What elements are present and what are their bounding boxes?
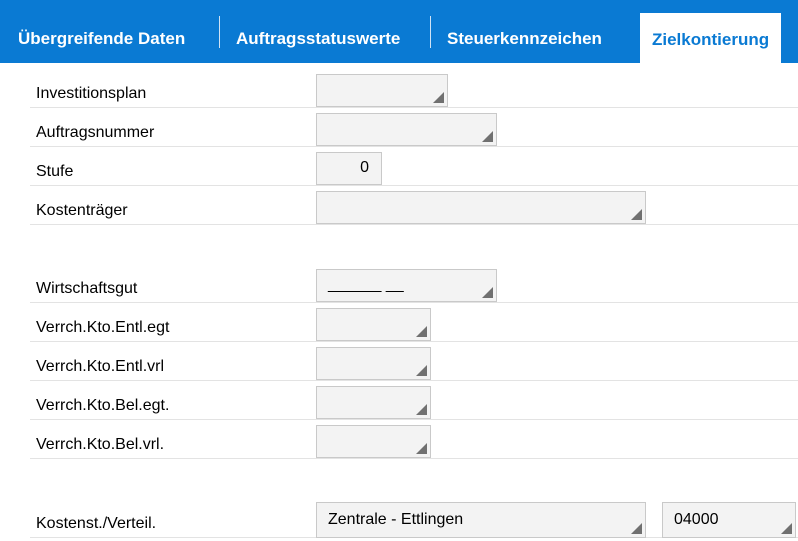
kostenst-code-field[interactable]: 04000 [662, 502, 796, 538]
verrch-bel-egt-label: Verrch.Kto.Bel.egt. [36, 397, 170, 414]
tab-steuerkennzeichen[interactable]: Steuerkennzeichen [447, 0, 602, 63]
dropdown-corner-icon [482, 131, 493, 142]
dropdown-corner-icon [482, 287, 493, 298]
verrch-bel-vrl-field[interactable] [316, 425, 431, 458]
tab-zielkontierung[interactable]: Zielkontierung [640, 13, 782, 63]
tab-auftragsstatuswerte[interactable]: Auftragsstatuswerte [236, 0, 400, 63]
stufe-label: Stufe [36, 163, 74, 180]
investitionsplan-field[interactable] [316, 74, 448, 107]
kostenst-label: Kostenst./Verteil. [36, 515, 157, 532]
tab-bar: Übergreifende Daten Auftragsstatuswerte … [0, 0, 798, 63]
dropdown-corner-icon [781, 523, 792, 534]
dropdown-corner-icon [631, 523, 642, 534]
tab-uebergreifende-daten[interactable]: Übergreifende Daten [18, 0, 185, 63]
verrch-entl-egt-field[interactable] [316, 308, 431, 341]
verrch-bel-egt-field[interactable] [316, 386, 431, 419]
tab-separator [219, 16, 220, 48]
kostentraeger-field[interactable] [316, 191, 646, 224]
verrch-bel-vrl-label: Verrch.Kto.Bel.vrl. [36, 436, 165, 453]
dropdown-corner-icon [416, 404, 427, 415]
dropdown-corner-icon [416, 326, 427, 337]
dropdown-corner-icon [631, 209, 642, 220]
row-divider [30, 341, 798, 342]
verrch-entl-egt-label: Verrch.Kto.Entl.egt [36, 319, 170, 336]
investitionsplan-label: Investitionsplan [36, 85, 147, 102]
stufe-value: 0 [360, 159, 369, 176]
row-divider [30, 107, 798, 108]
kostenst-value: Zentrale - Ettlingen [328, 511, 464, 528]
dropdown-corner-icon [433, 92, 444, 103]
row-divider [30, 380, 798, 381]
row-divider [30, 302, 798, 303]
row-stufe: Stufe [30, 150, 798, 186]
auftragsnummer-field[interactable] [316, 113, 497, 146]
row-divider [30, 458, 798, 459]
dropdown-corner-icon [416, 365, 427, 376]
kostenst-code-value: 04000 [674, 511, 719, 528]
row-divider [30, 224, 798, 225]
auftragsnummer-label: Auftragsnummer [36, 124, 155, 141]
wirtschaftsgut-value: ______ __ [328, 276, 404, 293]
dropdown-corner-icon [416, 443, 427, 454]
stufe-field[interactable]: 0 [316, 152, 382, 185]
row-divider [30, 185, 798, 186]
verrch-entl-vrl-label: Verrch.Kto.Entl.vrl [36, 358, 165, 375]
wirtschaftsgut-label: Wirtschaftsgut [36, 280, 138, 297]
kostentraeger-label: Kostenträger [36, 202, 128, 219]
wirtschaftsgut-field[interactable]: ______ __ [316, 269, 497, 302]
kostenst-field[interactable]: Zentrale - Ettlingen [316, 502, 646, 538]
row-divider [30, 146, 798, 147]
row-divider [30, 419, 798, 420]
tab-separator [430, 16, 431, 48]
verrch-entl-vrl-field[interactable] [316, 347, 431, 380]
